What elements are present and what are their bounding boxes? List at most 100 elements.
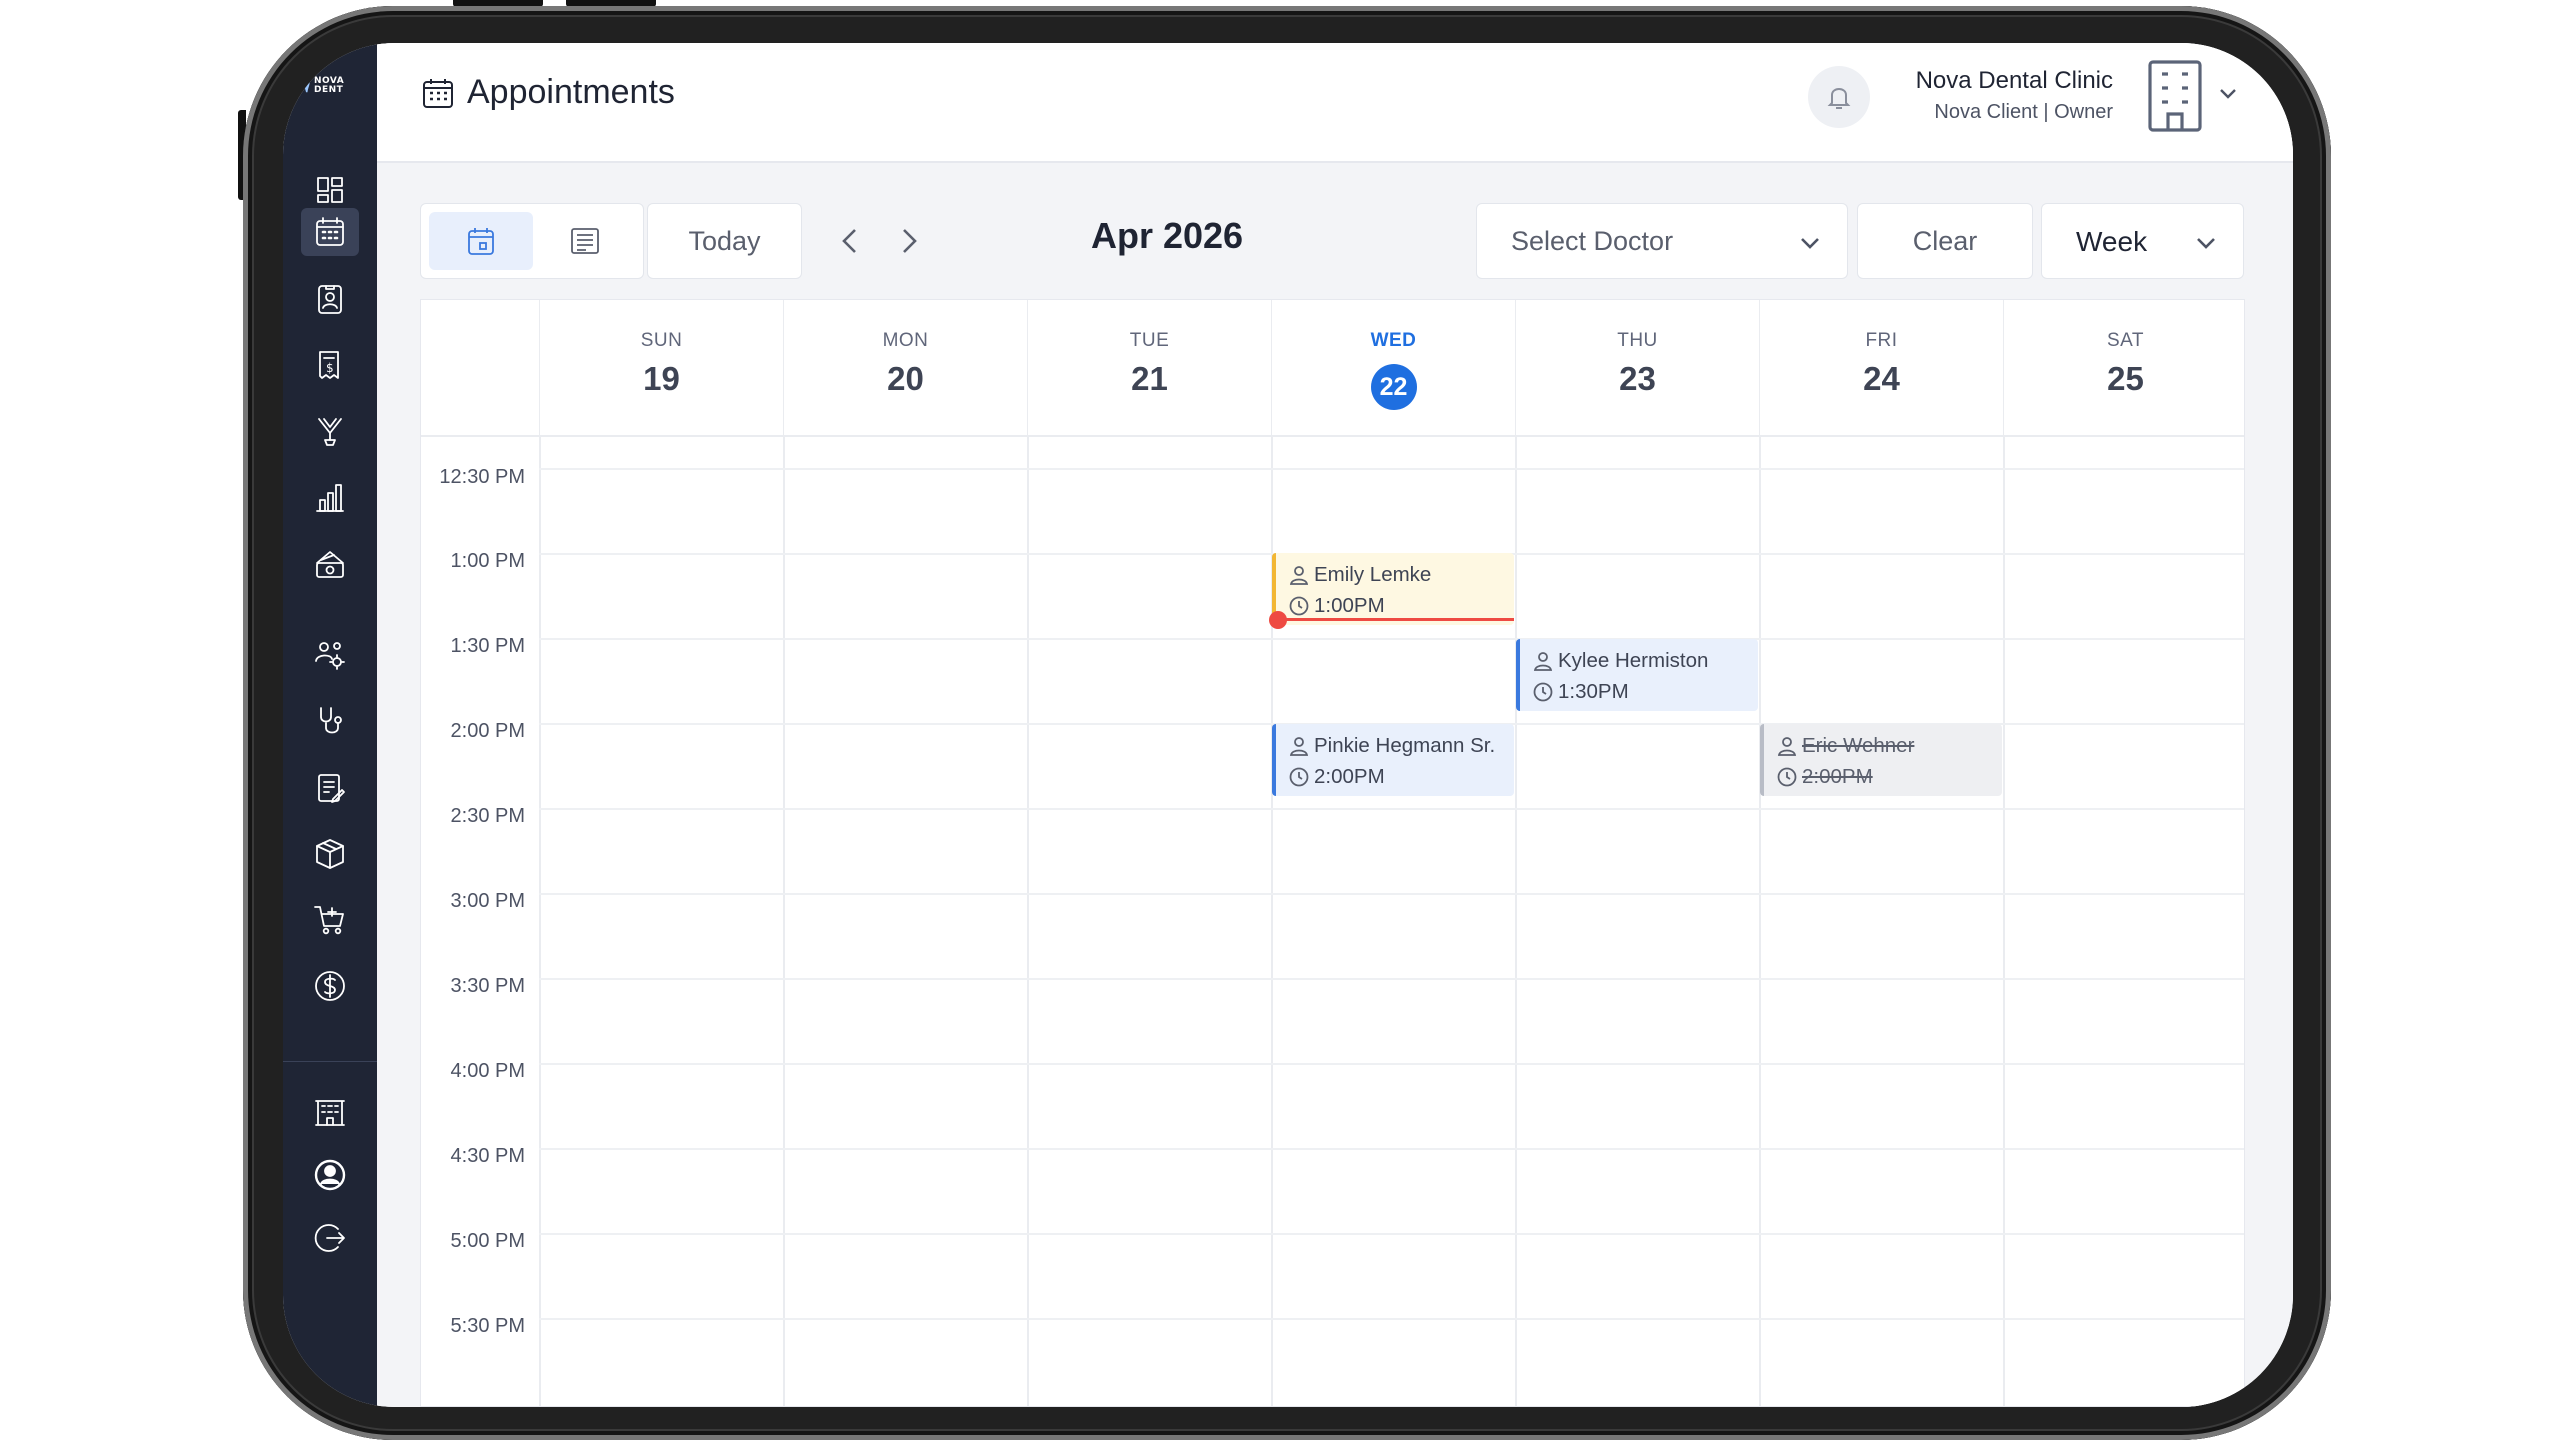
event-time: 2:00PM bbox=[1802, 764, 1873, 788]
time-label: 1:00 PM bbox=[450, 550, 525, 572]
event-patient-name: Emily Lemke bbox=[1314, 562, 1432, 586]
sidebar-item-reports[interactable] bbox=[301, 474, 359, 522]
sidebar-item-prescriptions[interactable] bbox=[301, 764, 359, 812]
current-period-label: Apr 2026 bbox=[1090, 215, 1244, 256]
week-calendar: SUN 19 MON 20 TUE 21 WED 22 THU 23 FRI 2… bbox=[420, 299, 2245, 1407]
sidebar-item-dashboard[interactable] bbox=[301, 166, 359, 214]
event-patient-name: Pinkie Hegmann Sr. bbox=[1314, 733, 1496, 757]
chevron-left-icon bbox=[842, 229, 856, 253]
next-week-button[interactable] bbox=[887, 220, 929, 262]
time-grid-line bbox=[539, 808, 2244, 810]
doctor-select-placeholder: Select Doctor bbox=[1511, 226, 1674, 256]
day-name: SAT bbox=[2106, 330, 2145, 351]
time-label: 5:00 PM bbox=[450, 1230, 525, 1252]
clipboard-edit-icon bbox=[318, 774, 345, 803]
day-header-wed[interactable]: WED 22 bbox=[1271, 300, 1515, 435]
building-icon bbox=[315, 1100, 345, 1126]
stethoscope-icon bbox=[320, 707, 342, 734]
calendar-icon bbox=[316, 217, 344, 246]
clock-icon bbox=[1289, 596, 1309, 615]
account-menu-toggle[interactable] bbox=[2216, 81, 2240, 105]
day-header-sat[interactable]: SAT 25 bbox=[2003, 300, 2244, 435]
day-header-sun[interactable]: SUN 19 bbox=[539, 300, 783, 435]
sidebar-item-clinic[interactable] bbox=[301, 1088, 359, 1136]
today-button[interactable]: Today bbox=[647, 203, 802, 279]
view-mode-toggle bbox=[420, 203, 644, 279]
list-view-button[interactable] bbox=[533, 212, 637, 270]
event-patient-name: Kylee Hermiston bbox=[1558, 648, 1709, 672]
time-label: 4:00 PM bbox=[450, 1060, 525, 1082]
time-grid-line bbox=[539, 1063, 2244, 1065]
appointment-event[interactable]: Pinkie Hegmann Sr. 2:00PM bbox=[1272, 724, 1514, 796]
dollar-icon bbox=[315, 971, 345, 1001]
sidebar-item-staff[interactable] bbox=[301, 631, 359, 679]
header-divider bbox=[421, 435, 2244, 437]
clinic-name: Nova Dental Clinic bbox=[1915, 67, 2113, 94]
column-divider bbox=[783, 435, 785, 1406]
user-icon bbox=[1533, 651, 1553, 671]
day-name: THU bbox=[1617, 330, 1658, 351]
app-logo[interactable]: NOVA DENT bbox=[297, 71, 363, 101]
appointment-event[interactable]: Kylee Hermiston 1:30PM bbox=[1516, 639, 1758, 711]
sidebar-item-treatments[interactable] bbox=[301, 407, 359, 455]
column-divider bbox=[2003, 435, 2005, 1406]
previous-week-button[interactable] bbox=[830, 220, 872, 262]
user-icon bbox=[1289, 565, 1309, 585]
day-name: FRI bbox=[1865, 330, 1898, 351]
clock-icon bbox=[1289, 767, 1309, 786]
sidebar-item-doctors[interactable] bbox=[301, 697, 359, 745]
dashboard-icon bbox=[317, 177, 343, 203]
sidebar: NOVA DENT $ bbox=[283, 43, 377, 1407]
day-name: TUE bbox=[1129, 330, 1170, 351]
top-header: Appointments Nova Dental Clinic Nova Cli… bbox=[377, 43, 2293, 163]
day-header-fri[interactable]: FRI 24 bbox=[1759, 300, 2003, 435]
day-name: MON bbox=[882, 330, 929, 351]
clinic-building-icon bbox=[2148, 60, 2202, 132]
cancelled-appointment-event[interactable]: Eric Wehner 2:00PM bbox=[1760, 724, 2002, 796]
cash-register-icon bbox=[316, 551, 344, 578]
time-label: 5:30 PM bbox=[450, 1315, 525, 1337]
chevron-down-icon bbox=[1801, 238, 1819, 249]
day-header-thu[interactable]: THU 23 bbox=[1515, 300, 1759, 435]
day-number: 19 bbox=[643, 360, 680, 397]
current-time-dot bbox=[1269, 611, 1287, 629]
invoice-icon: $ bbox=[319, 351, 339, 379]
day-number: 23 bbox=[1619, 360, 1656, 397]
time-grid-line bbox=[539, 1233, 2244, 1235]
sidebar-item-patients[interactable] bbox=[301, 275, 359, 323]
calendar-view-button[interactable] bbox=[429, 212, 533, 270]
day-number: 21 bbox=[1131, 360, 1168, 397]
time-label: 3:30 PM bbox=[450, 975, 525, 997]
sidebar-item-logout[interactable] bbox=[301, 1214, 359, 1262]
sidebar-item-payments[interactable] bbox=[301, 540, 359, 588]
event-patient-name: Eric Wehner bbox=[1802, 733, 1915, 757]
sidebar-item-purchases[interactable] bbox=[301, 896, 359, 944]
notifications-button[interactable] bbox=[1808, 66, 1870, 128]
appointment-event[interactable]: Emily Lemke 1:00PM bbox=[1272, 553, 1514, 625]
clear-filter-button[interactable]: Clear bbox=[1857, 203, 2033, 279]
day-number: 24 bbox=[1863, 360, 1900, 397]
sidebar-item-expenses[interactable] bbox=[301, 962, 359, 1010]
calendar-view-value: Week bbox=[2076, 226, 2148, 257]
column-divider bbox=[1515, 435, 1517, 1406]
clinic-switcher[interactable] bbox=[2140, 58, 2210, 134]
sidebar-item-appointments[interactable] bbox=[301, 208, 359, 256]
sidebar-item-inventory[interactable] bbox=[301, 830, 359, 878]
day-number: 20 bbox=[887, 360, 924, 397]
screen: NOVA DENT $ Appointments Nova Dental Cli… bbox=[283, 43, 2293, 1407]
calendar-view-select[interactable]: Week bbox=[2041, 203, 2244, 279]
time-label: 2:00 PM bbox=[450, 720, 525, 742]
sidebar-divider bbox=[283, 1061, 377, 1062]
current-time-line bbox=[1278, 618, 1514, 621]
sidebar-item-invoices[interactable]: $ bbox=[301, 341, 359, 389]
doctor-select[interactable]: Select Doctor bbox=[1476, 203, 1848, 279]
day-header-tue[interactable]: TUE 21 bbox=[1027, 300, 1271, 435]
event-time: 2:00PM bbox=[1314, 764, 1385, 788]
day-header-mon[interactable]: MON 20 bbox=[783, 300, 1027, 435]
time-grid-line bbox=[539, 978, 2244, 980]
chevron-down-icon bbox=[2197, 238, 2215, 249]
list-view-icon bbox=[571, 228, 599, 254]
clock-icon bbox=[1533, 682, 1553, 701]
sidebar-item-profile[interactable] bbox=[301, 1151, 359, 1199]
dental-tools-icon bbox=[318, 418, 342, 446]
